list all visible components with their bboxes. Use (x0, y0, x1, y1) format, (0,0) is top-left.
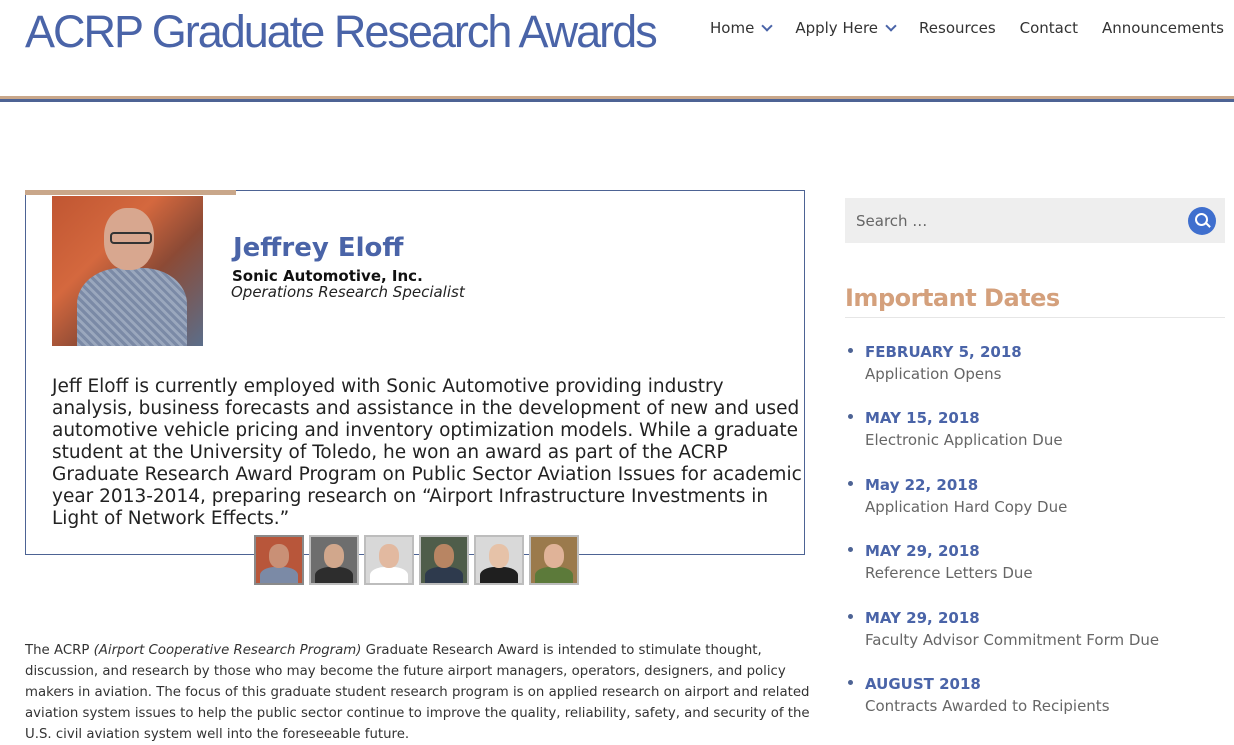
thumbnail-body (260, 567, 298, 583)
profile-thumbnail[interactable] (254, 535, 304, 585)
nav-item-announcements[interactable]: Announcements (1102, 19, 1224, 37)
photo-glasses (110, 232, 152, 244)
profile-role: Operations Research Specialist (231, 283, 465, 301)
profile-thumbnail[interactable] (474, 535, 524, 585)
thumbnail-body (315, 567, 353, 583)
intro-lead: The ACRP (25, 643, 94, 658)
profile-thumbnail-strip (254, 535, 579, 585)
photo-shirt (77, 268, 187, 346)
nav-item-contact[interactable]: Contact (1020, 19, 1078, 37)
thumbnail-body (370, 567, 408, 583)
date-list-item: May 22, 2018 Application Hard Copy Due (848, 474, 1068, 518)
thumbnail-face (324, 544, 344, 568)
thumbnail-face (434, 544, 454, 568)
intro-program-name: (Airport Cooperative Research Program) (93, 643, 362, 658)
date-label: AUGUST 2018 (865, 675, 981, 693)
nav-label[interactable]: Announcements (1102, 19, 1224, 37)
nav-item-apply-here[interactable]: Apply Here (795, 19, 897, 37)
bullet-icon (848, 481, 853, 486)
bullet-icon (848, 680, 853, 685)
date-label: MAY 29, 2018 (865, 542, 980, 560)
thumbnail-body (535, 567, 573, 583)
thumbnail-face (489, 544, 509, 568)
search-button[interactable] (1188, 207, 1216, 235)
date-event: Reference Letters Due (865, 564, 1033, 582)
main-nav: Home Apply Here Resources Contact Announ… (686, 19, 1224, 37)
thumbnail-face (379, 544, 399, 568)
chevron-down-icon[interactable] (885, 19, 897, 32)
thumbnail-body (480, 567, 518, 583)
date-list-item: MAY 29, 2018 Faculty Advisor Commitment … (848, 607, 1160, 651)
date-event: Application Hard Copy Due (865, 498, 1068, 516)
program-intro: The ACRP (Airport Cooperative Research P… (25, 640, 810, 745)
nav-label[interactable]: Apply Here (795, 19, 878, 37)
nav-item-home[interactable]: Home (710, 19, 773, 37)
important-dates-title: Important Dates (845, 284, 1060, 312)
chevron-down-icon[interactable] (761, 19, 773, 32)
nav-label[interactable]: Contact (1020, 19, 1078, 37)
nav-label[interactable]: Home (710, 19, 754, 37)
bullet-icon (848, 614, 853, 619)
site-title[interactable]: ACRP Graduate Research Awards (25, 4, 658, 60)
date-label: MAY 29, 2018 (865, 609, 980, 627)
important-dates-divider (845, 317, 1225, 318)
profile-name: Jeffrey Eloff (233, 233, 404, 263)
profile-thumbnail[interactable] (364, 535, 414, 585)
search-icon-handle (1205, 222, 1211, 228)
date-event: Contracts Awarded to Recipients (865, 697, 1110, 715)
bullet-icon (848, 348, 853, 353)
profile-thumbnail[interactable] (529, 535, 579, 585)
date-list-item: MAY 29, 2018 Reference Letters Due (848, 540, 1033, 584)
date-list-item: MAY 15, 2018 Electronic Application Due (848, 407, 1063, 451)
date-list-item: AUGUST 2018 Contracts Awarded to Recipie… (848, 673, 1110, 717)
date-label: MAY 15, 2018 (865, 409, 980, 427)
thumbnail-body (425, 567, 463, 583)
date-event: Application Opens (865, 365, 1002, 383)
date-event: Faculty Advisor Commitment Form Due (865, 631, 1160, 649)
date-list-item: FEBRUARY 5, 2018 Application Opens (848, 341, 1022, 385)
thumbnail-face (269, 544, 289, 568)
header-divider-blue (0, 99, 1234, 102)
thumbnail-face (544, 544, 564, 568)
profile-thumbnail[interactable] (309, 535, 359, 585)
profile-photo (52, 196, 203, 346)
nav-label[interactable]: Resources (919, 19, 996, 37)
search-form (845, 198, 1225, 243)
profile-card-accent (25, 190, 236, 195)
date-label: May 22, 2018 (865, 476, 979, 494)
date-label: FEBRUARY 5, 2018 (865, 343, 1022, 361)
profile-bio: Jeff Eloff is currently employed with So… (52, 376, 802, 529)
bullet-icon (848, 414, 853, 419)
bullet-icon (848, 547, 853, 552)
profile-thumbnail[interactable] (419, 535, 469, 585)
search-input[interactable] (845, 198, 1175, 243)
date-event: Electronic Application Due (865, 431, 1063, 449)
nav-item-resources[interactable]: Resources (919, 19, 996, 37)
